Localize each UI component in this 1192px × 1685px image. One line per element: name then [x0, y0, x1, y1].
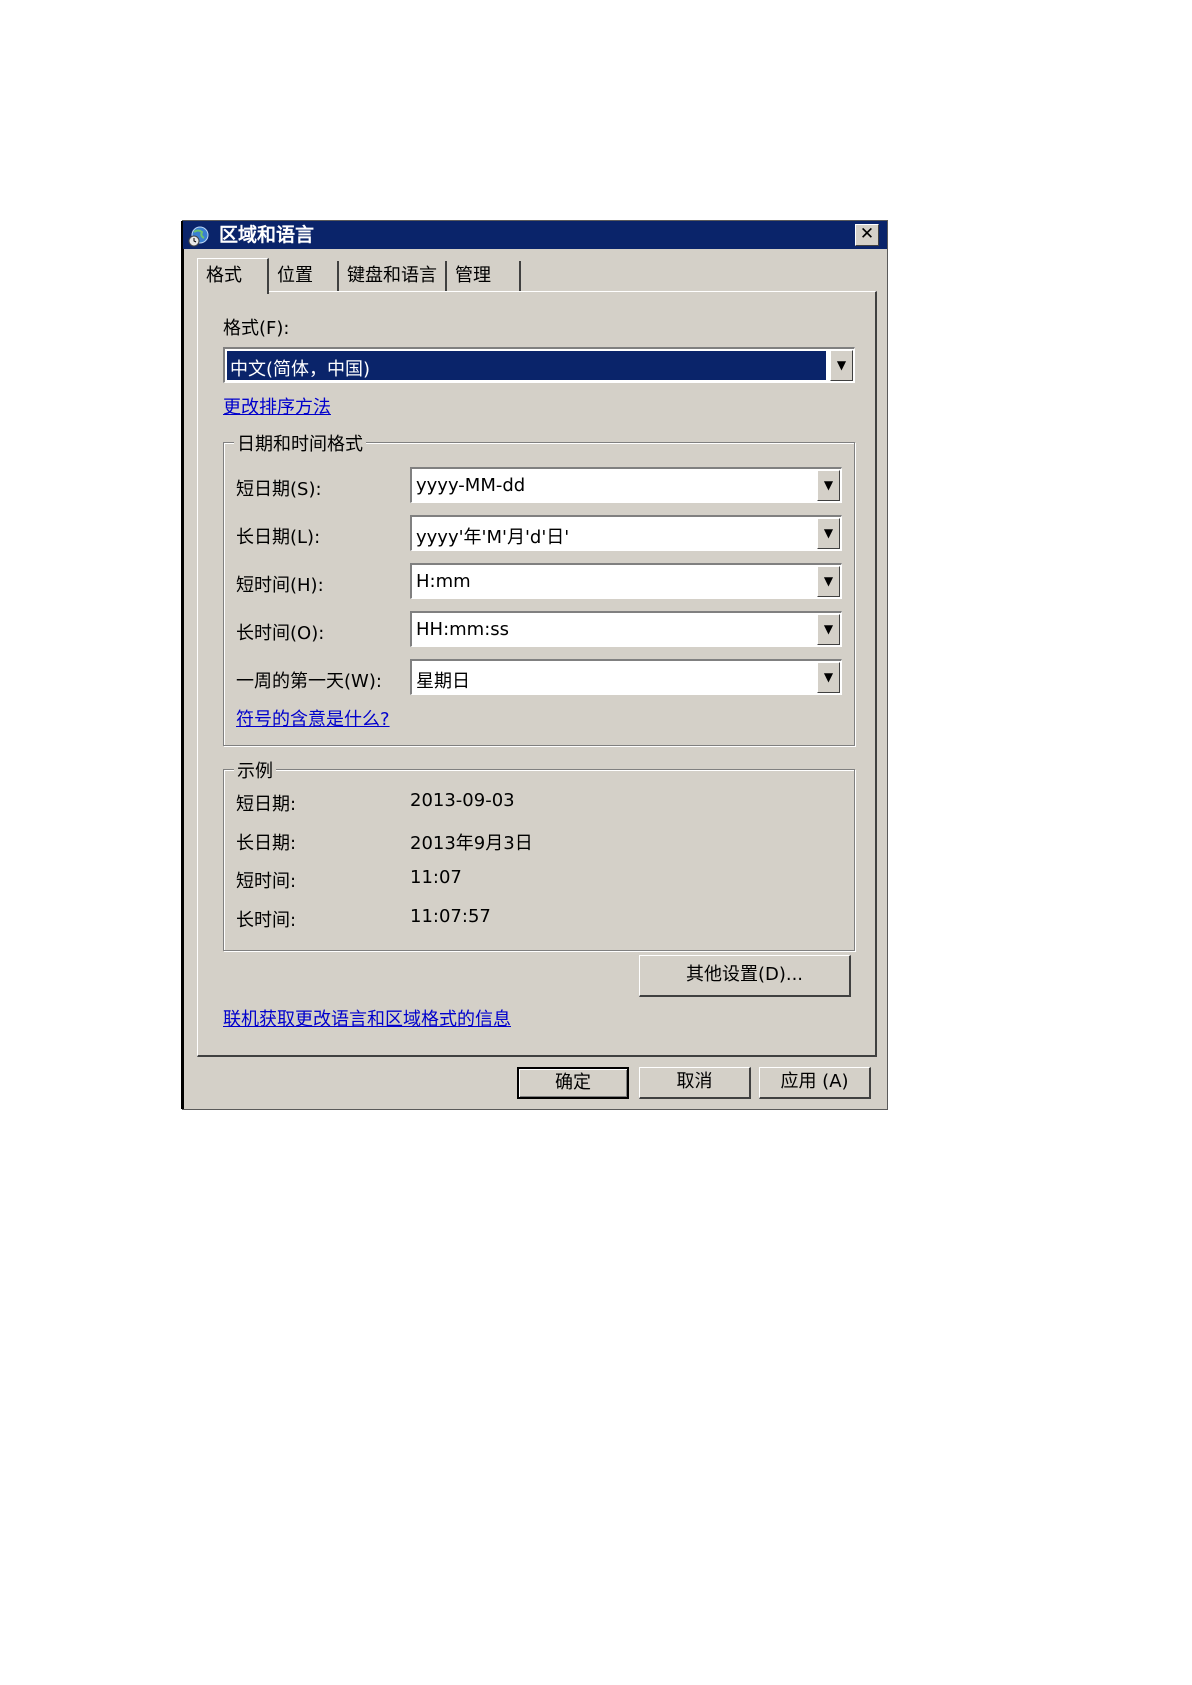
format-dropdown[interactable]: 中文(简体，中国) ▼ — [223, 347, 855, 383]
datetime-group-title: 日期和时间格式 — [234, 430, 366, 456]
chevron-down-icon[interactable]: ▼ — [817, 566, 840, 597]
title-bar[interactable]: 区域和语言 ✕ — [183, 221, 887, 249]
globe-clock-icon — [188, 226, 209, 247]
long-time-label: 长时间(O): — [236, 623, 325, 644]
symbols-meaning-link[interactable]: 符号的含意是什么? — [236, 705, 390, 731]
online-info-link[interactable]: 联机获取更改语言和区域格式的信息 — [223, 1005, 511, 1031]
change-sort-link[interactable]: 更改排序方法 — [223, 393, 331, 419]
format-label: 格式(F): — [223, 318, 290, 339]
example-long-time-label: 长时间: — [236, 910, 297, 931]
chevron-down-icon[interactable]: ▼ — [817, 518, 840, 549]
region-language-dialog: 区域和语言 ✕ 格式 位置 键盘和语言 管理 格式(F): 中文(简体，中国) … — [181, 220, 888, 1110]
close-button[interactable]: ✕ — [855, 224, 879, 246]
example-long-time-value: 11:07:57 — [410, 906, 491, 927]
first-day-dropdown[interactable]: 星期日 ▼ — [410, 659, 842, 695]
format-value: 中文(简体，中国) — [227, 351, 826, 380]
short-time-label: 短时间(H): — [236, 575, 324, 596]
chevron-down-icon[interactable]: ▼ — [817, 470, 840, 501]
other-settings-button[interactable]: 其他设置(D)... — [639, 955, 851, 997]
long-time-dropdown[interactable]: HH:mm:ss ▼ — [410, 611, 842, 647]
example-short-date-value: 2013-09-03 — [410, 790, 515, 811]
short-date-dropdown[interactable]: yyyy-MM-dd ▼ — [410, 467, 842, 503]
chevron-down-icon[interactable]: ▼ — [817, 662, 840, 693]
tab-keyboard-language[interactable]: 键盘和语言 — [339, 261, 447, 291]
first-day-label: 一周的第一天(W): — [236, 671, 382, 692]
long-date-label: 长日期(L): — [236, 527, 321, 548]
example-short-date-label: 短日期: — [236, 794, 297, 815]
ok-button[interactable]: 确定 — [517, 1067, 629, 1099]
tab-location[interactable]: 位置 — [269, 261, 339, 291]
long-date-dropdown[interactable]: yyyy'年'M'月'd'日' ▼ — [410, 515, 842, 551]
tab-admin[interactable]: 管理 — [447, 261, 521, 291]
example-long-date-label: 长日期: — [236, 833, 297, 854]
window-title: 区域和语言 — [219, 224, 315, 246]
chevron-down-icon[interactable]: ▼ — [830, 350, 853, 381]
example-long-date-value: 2013年9月3日 — [410, 833, 533, 854]
example-group-title: 示例 — [234, 757, 276, 783]
tab-format[interactable]: 格式 — [197, 258, 269, 294]
apply-button[interactable]: 应用 (A) — [759, 1067, 871, 1099]
example-group: 示例 短日期: 2013-09-03 长日期: 2013年9月3日 短时间: 1… — [223, 757, 855, 951]
example-short-time-label: 短时间: — [236, 871, 297, 892]
short-date-label: 短日期(S): — [236, 479, 322, 500]
chevron-down-icon[interactable]: ▼ — [817, 614, 840, 645]
close-icon: ✕ — [859, 224, 875, 244]
example-short-time-value: 11:07 — [410, 867, 462, 888]
cancel-button[interactable]: 取消 — [639, 1067, 751, 1099]
datetime-format-group: 日期和时间格式 短日期(S): yyyy-MM-dd ▼ 长日期(L): yyy… — [223, 430, 855, 746]
short-time-dropdown[interactable]: H:mm ▼ — [410, 563, 842, 599]
